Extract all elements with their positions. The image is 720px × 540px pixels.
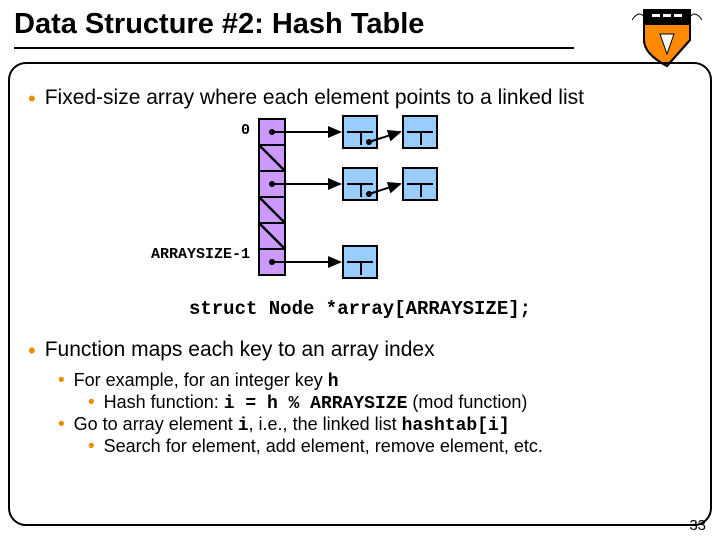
code-text: h [328, 372, 339, 392]
array-cell [258, 248, 286, 276]
slide-body: • Fixed-size array where each element po… [28, 86, 692, 518]
sub-bullet-1-text: For example, for an integer key h [74, 370, 339, 392]
princeton-shield-icon [632, 6, 702, 68]
sub2-bullet-1-text: Hash function: i = h % ARRAYSIZE (mod fu… [104, 392, 528, 414]
bullet-icon: • [58, 370, 65, 392]
bullet-2-text: Function maps each key to an array index [45, 338, 435, 364]
bullet-icon: • [28, 338, 36, 364]
sub-bullet-2-text: Go to array element i, i.e., the linked … [74, 414, 510, 436]
sub2-bullet-1: • Hash function: i = h % ARRAYSIZE (mod … [88, 392, 692, 414]
code-caption: struct Node *array[ARRAYSIZE]; [28, 298, 692, 320]
slide-title: Data Structure #2: Hash Table [14, 6, 574, 49]
label-last: ARRAYSIZE-1 [120, 246, 250, 263]
code-text: i [238, 416, 249, 436]
list-node [342, 167, 378, 201]
bullet-1-text: Fixed-size array where each element poin… [45, 86, 584, 112]
sub2-bullet-2: • Search for element, add element, remov… [88, 436, 692, 458]
label-zero: 0 [200, 122, 250, 139]
text: Go to array element [74, 414, 238, 434]
bullet-icon: • [88, 392, 95, 414]
text: (mod function) [407, 392, 527, 412]
bullet-1: • Fixed-size array where each element po… [28, 86, 692, 112]
sub-bullet-2: • Go to array element i, i.e., the linke… [58, 414, 692, 436]
list-node [402, 167, 438, 201]
page-number: 33 [689, 517, 706, 534]
code-text: hashtab[i] [402, 416, 510, 436]
text: Hash function: [104, 392, 224, 412]
text: For example, for an integer key [74, 370, 328, 390]
bullet-icon: • [58, 414, 65, 436]
sub2-bullet-2-text: Search for element, add element, remove … [104, 436, 543, 458]
sub-bullet-1: • For example, for an integer key h [58, 370, 692, 392]
text: , i.e., the linked list [249, 414, 402, 434]
list-node [402, 115, 438, 149]
bullet-icon: • [28, 86, 36, 112]
array-cell-empty [258, 222, 286, 250]
array-cell-empty [258, 144, 286, 172]
bullet-2: • Function maps each key to an array ind… [28, 338, 692, 364]
hash-table-diagram: 0 ARRAYSIZE-1 [80, 118, 640, 290]
code-text: i = h % ARRAYSIZE [224, 394, 408, 414]
list-node [342, 245, 378, 279]
list-node [342, 115, 378, 149]
array-cell-empty [258, 196, 286, 224]
array-cell [258, 118, 286, 146]
bullet-icon: • [88, 436, 95, 458]
array-cell [258, 170, 286, 198]
